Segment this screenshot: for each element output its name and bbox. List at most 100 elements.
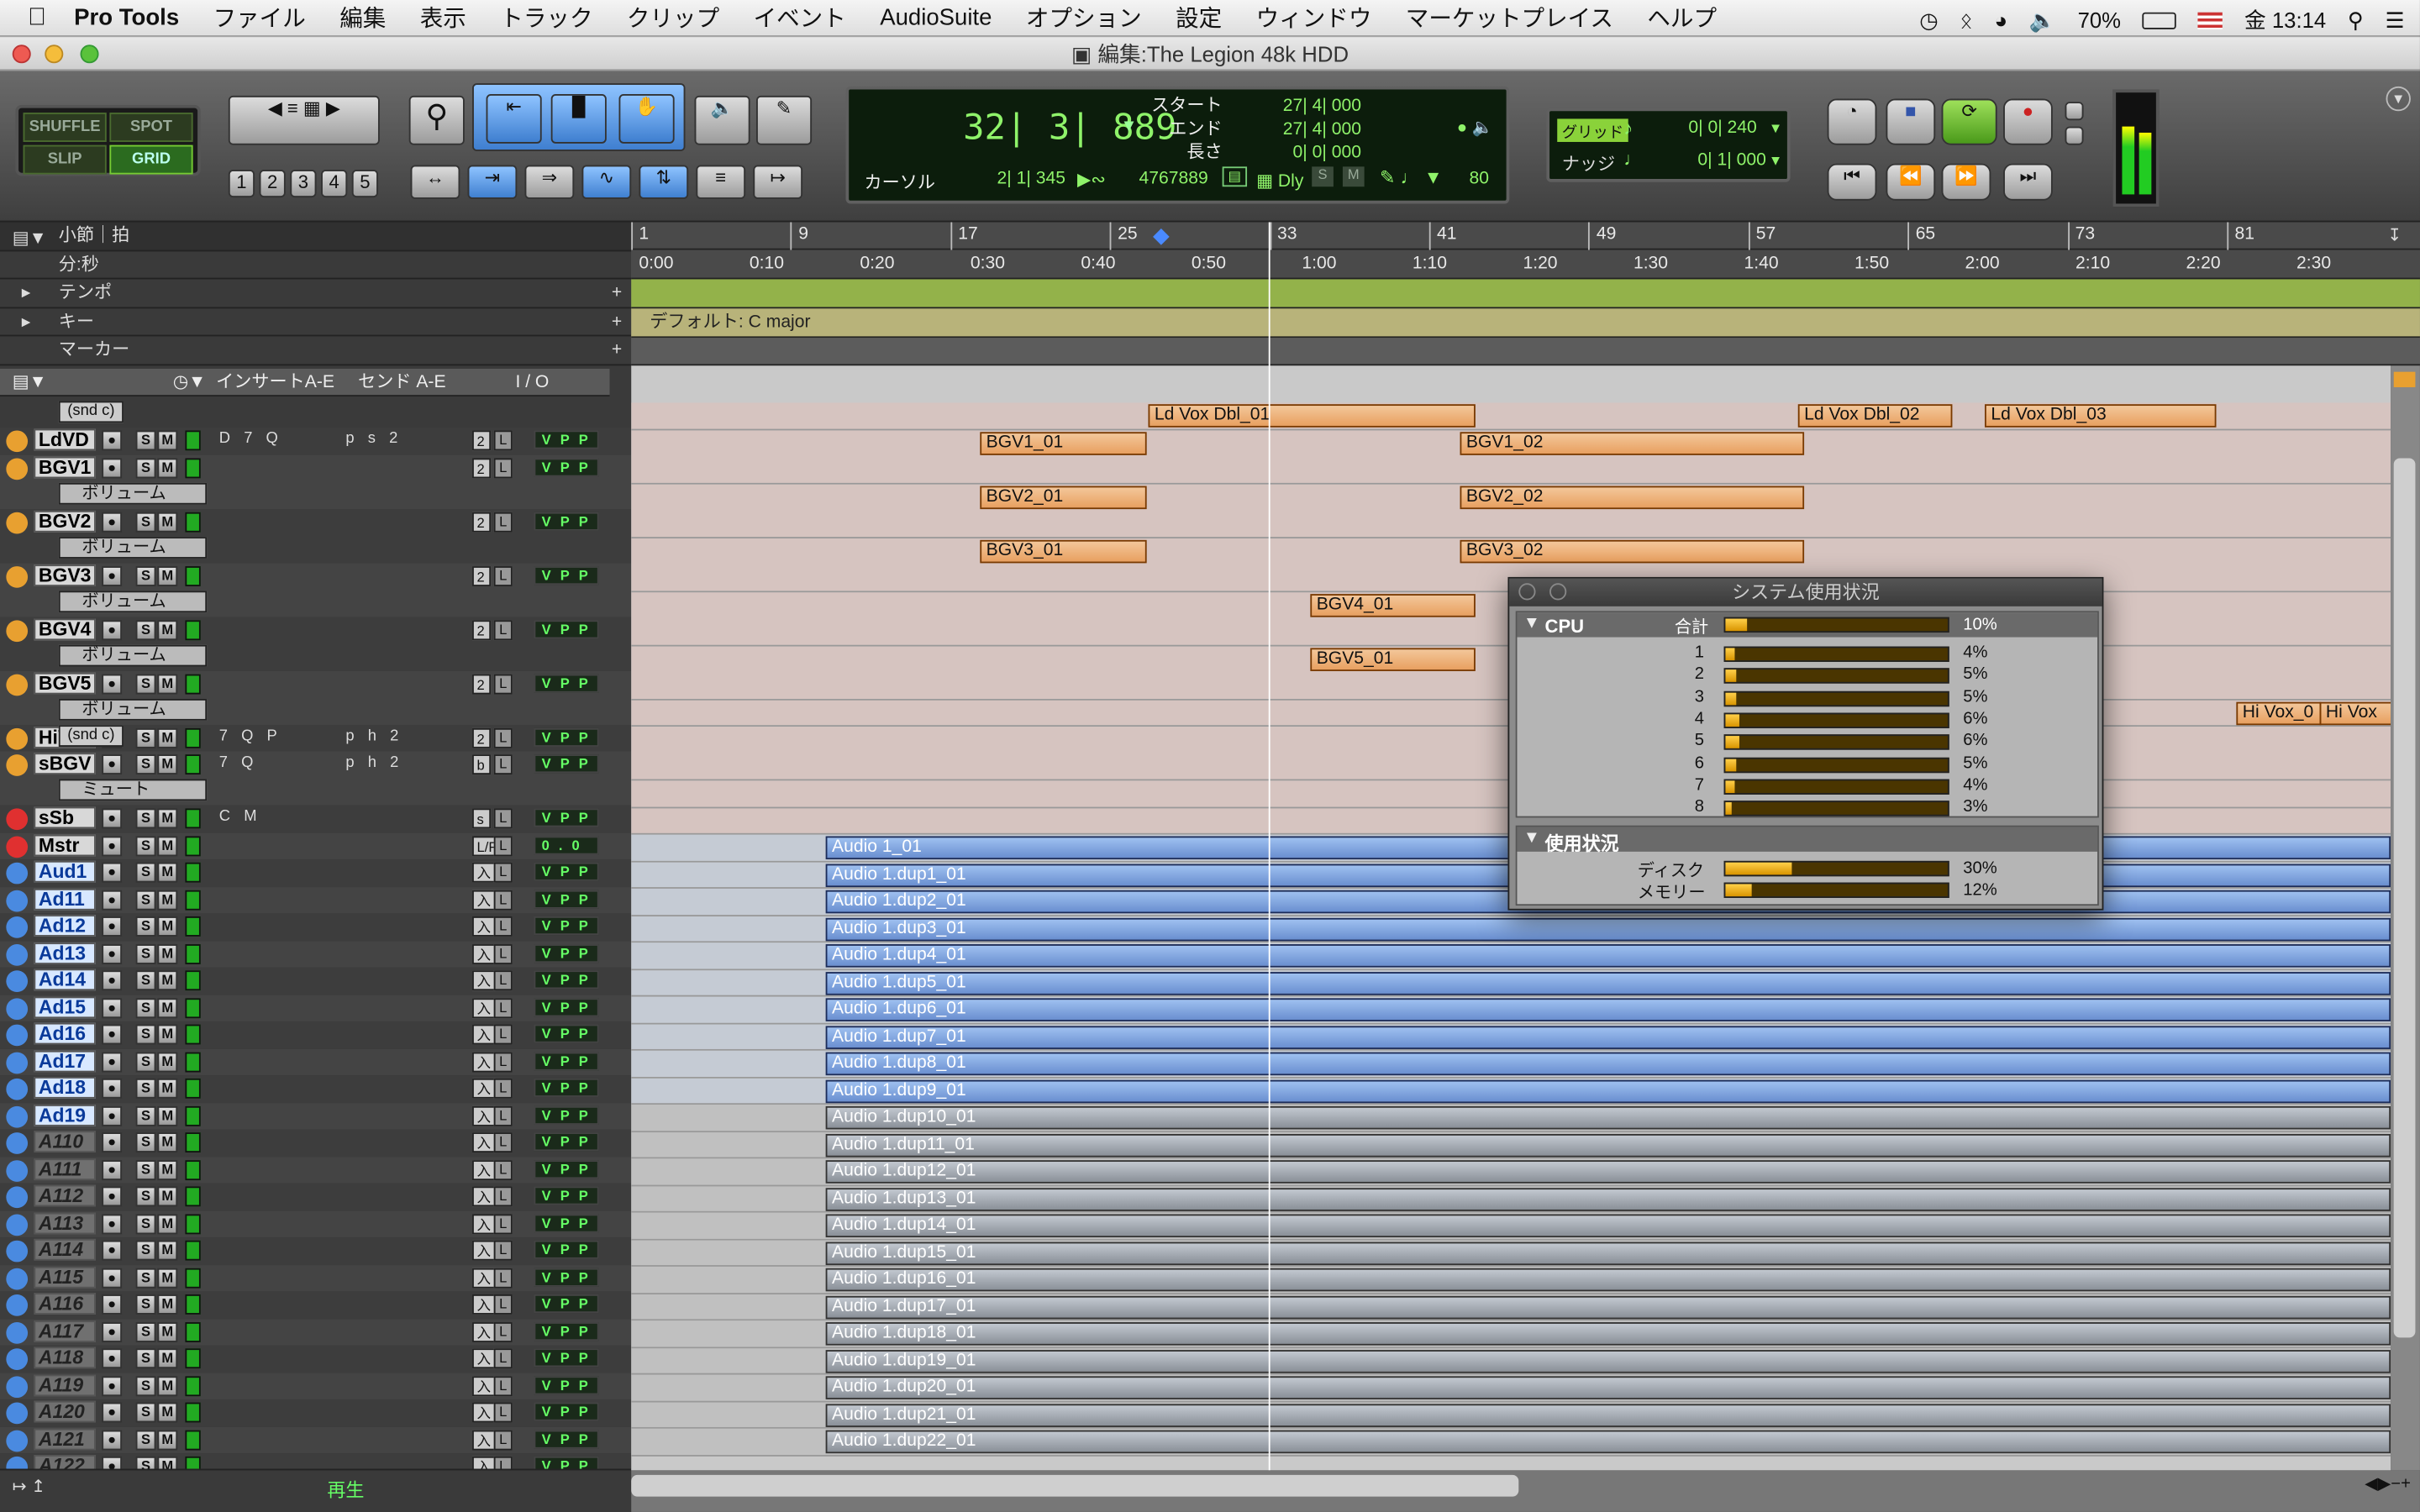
horizontal-scroll-thumb[interactable] [631, 1474, 1519, 1497]
track-name[interactable]: Ad12 [34, 915, 96, 937]
voice-playback[interactable]: VPP [534, 1240, 599, 1259]
zoom-toggle-icon[interactable]: ↔ [410, 165, 460, 199]
solo-button[interactable]: S [135, 862, 156, 883]
voice-playback[interactable]: 0.0 [534, 835, 599, 854]
menu-audiosuite[interactable]: AudioSuite [880, 5, 992, 31]
track-name[interactable]: Ad15 [34, 995, 96, 1018]
solo-button[interactable]: S [135, 889, 156, 910]
clip[interactable]: BGV3_01 [980, 538, 1147, 563]
mode-grid[interactable]: GRID [109, 144, 193, 175]
voice-playback[interactable]: VPP [534, 997, 599, 1016]
voice-playback[interactable]: VPP [534, 862, 599, 881]
track-io-output[interactable]: L [493, 565, 513, 586]
bars-ruler[interactable]: 1 9 17 25 33 41 49 57 65 73 81 [631, 222, 2420, 250]
track-io-input[interactable]: 入 [472, 1402, 496, 1423]
track-io-input[interactable]: 入 [472, 1267, 496, 1288]
track-name[interactable]: Ad19 [34, 1104, 96, 1126]
track-io-output[interactable]: L [493, 430, 513, 451]
minimize-icon[interactable] [45, 45, 64, 64]
ruler-menu-icon[interactable]: ▤▼ [13, 225, 47, 253]
mute-button[interactable]: M [157, 1429, 178, 1450]
record-enable-button[interactable]: ● [102, 1240, 123, 1261]
record-enable-button[interactable]: ● [102, 1267, 123, 1288]
automation-view-selector[interactable]: ボリューム [58, 536, 208, 558]
track-color-icon[interactable] [6, 1105, 29, 1127]
menu-view[interactable]: 表示 [420, 2, 466, 34]
track-io-output[interactable]: L [493, 1024, 513, 1045]
clip[interactable]: Audio 1.dup4_01 [825, 944, 2391, 968]
vertical-scrollbar[interactable] [2391, 365, 2420, 1471]
solo-button[interactable]: S [135, 727, 156, 748]
voice-playback[interactable]: VPP [534, 511, 599, 530]
menu-window[interactable]: ウィンドウ [1256, 2, 1372, 34]
minimize-icon[interactable] [1549, 583, 1567, 601]
track-inserts[interactable]: 7 Q [219, 754, 258, 771]
track-io-output[interactable]: L [493, 835, 513, 856]
track-io-output[interactable]: L [493, 457, 513, 478]
pencil-tool-icon[interactable]: ✎ [755, 95, 813, 145]
record-enable-button[interactable]: ● [102, 754, 123, 775]
rewind-icon[interactable]: ⏪ [1886, 163, 1936, 201]
record-enable-button[interactable]: ● [102, 970, 123, 991]
solo-button[interactable]: S [135, 1402, 156, 1423]
solo-button[interactable]: S [135, 1105, 156, 1126]
clip[interactable]: Audio 1.dup3_01 [825, 916, 2391, 941]
track-sends[interactable]: p s 2 [345, 430, 402, 447]
clip[interactable]: Audio 1.dup19_01 [825, 1349, 2391, 1373]
voice-playback[interactable]: VPP [534, 1132, 599, 1152]
solo-button[interactable]: S [135, 673, 156, 694]
fast-forward-icon[interactable]: ⏩ [1941, 163, 1991, 201]
nudge-label[interactable]: ナッジ [1562, 151, 1615, 176]
folder-snd-c[interactable]: (snd c) [58, 725, 124, 747]
track-color-icon[interactable] [6, 754, 29, 776]
track-io-input[interactable]: 入 [472, 1078, 496, 1099]
mode-spot[interactable]: SPOT [109, 113, 193, 142]
track-color-icon[interactable] [6, 1186, 29, 1209]
zoom-preset-4[interactable]: 4 [321, 170, 348, 198]
record-enable-button[interactable]: ● [102, 1024, 123, 1045]
edit-window-view-icon[interactable]: ▤▼ [13, 369, 47, 396]
solo-button[interactable]: S [135, 808, 156, 829]
clock[interactable]: 金 13:14 [2244, 5, 2326, 36]
record-enable-button[interactable]: ● [102, 1429, 123, 1450]
mute-button[interactable]: M [157, 1186, 178, 1207]
link-timeline-icon[interactable]: ⇅ [639, 165, 689, 199]
clip[interactable]: BGV4_01 [1310, 593, 1476, 617]
track-io-input[interactable]: 入 [472, 1429, 496, 1450]
menu-app[interactable]: Pro Tools [74, 5, 179, 31]
track-io-output[interactable]: L [493, 619, 513, 640]
clip[interactable]: Audio 1.dup8_01 [825, 1052, 2391, 1076]
record-enable-button[interactable]: ● [102, 619, 123, 640]
voice-playback[interactable]: VPP [534, 1267, 599, 1286]
record-enable-button[interactable]: ● [102, 1321, 123, 1342]
track-io-input[interactable]: 入 [472, 1024, 496, 1045]
track-color-icon[interactable] [6, 1024, 29, 1047]
go-to-end-icon[interactable]: ⏭ [2003, 163, 2053, 201]
clip[interactable]: BGV3_02 [1460, 538, 1805, 563]
clip[interactable]: Audio 1.dup5_01 [825, 971, 2391, 995]
track-io-output[interactable]: L [493, 1267, 513, 1288]
clip[interactable]: Audio 1.dup15_01 [825, 1241, 2391, 1265]
mute-button[interactable]: M [157, 1267, 178, 1288]
delay-comp-label[interactable]: ▦ Dly [1256, 170, 1303, 192]
record-enable-button[interactable]: ● [102, 1402, 123, 1423]
record-enable-button[interactable]: ● [102, 673, 123, 694]
track-io-input[interactable]: 2 [472, 565, 492, 586]
track-io-input[interactable]: 入 [472, 997, 496, 1018]
track-io-output[interactable]: L [493, 1240, 513, 1261]
track-io-input[interactable]: 入 [472, 889, 496, 910]
zoomer-tool-icon[interactable]: ⚲ [408, 95, 465, 145]
track-io-output[interactable]: L [493, 1159, 513, 1180]
solo-button[interactable]: S [135, 511, 156, 532]
track-color-icon[interactable] [6, 619, 29, 642]
insertion-follows-icon[interactable]: ↦ [753, 165, 803, 199]
mute-button[interactable]: M [157, 1159, 178, 1180]
track-color-icon[interactable] [6, 430, 29, 453]
solo-button[interactable]: S [135, 1267, 156, 1288]
menu-setup[interactable]: 設定 [1176, 2, 1222, 34]
record-enable-button[interactable]: ● [102, 997, 123, 1018]
track-io-output[interactable]: L [493, 673, 513, 694]
record-enable-button[interactable]: ● [102, 430, 123, 451]
voice-playback[interactable]: VPP [534, 1159, 599, 1179]
length-value[interactable]: 0| 0| 000 [1253, 142, 1361, 165]
